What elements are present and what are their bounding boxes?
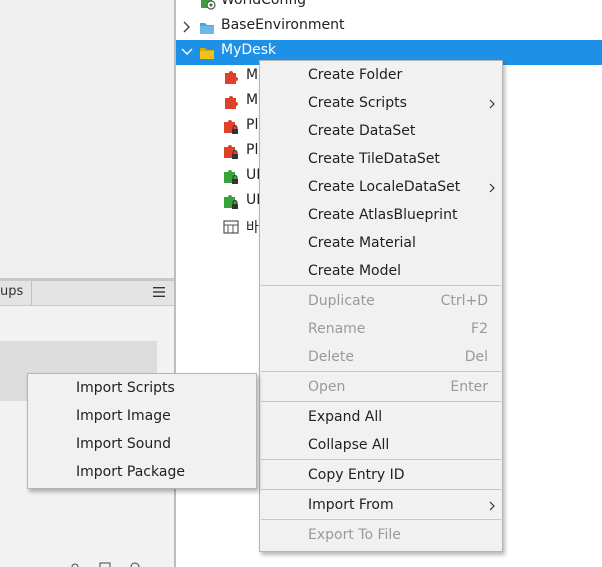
menu-item-label: Create Material xyxy=(308,235,416,251)
menu-item-label: Create TileDataSet xyxy=(308,151,440,167)
menu-item-label: Create LocaleDataSet xyxy=(308,179,461,195)
menu-item-label: Import From xyxy=(308,497,394,513)
menu-item-import-scripts[interactable]: Import Scripts xyxy=(28,375,256,403)
menu-item-label: Duplicate xyxy=(308,293,375,309)
menu-item-label: Import Package xyxy=(76,464,185,480)
tree-item-label: WorldConfig xyxy=(221,0,307,8)
yellow-folder-icon xyxy=(200,48,214,59)
menu-item-label: Create Folder xyxy=(308,67,403,83)
menu-item-export-to-file: Export To File xyxy=(260,522,502,550)
menu-item-delete: Delete Del xyxy=(260,344,502,372)
menu-separator xyxy=(261,459,501,460)
red-puzzle-icon xyxy=(225,96,238,109)
menu-item-label: Create AtlasBlueprint xyxy=(308,207,458,223)
menu-item-rename: Rename F2 xyxy=(260,316,502,344)
menu-separator xyxy=(261,371,501,372)
menu-item-create-scripts[interactable]: Create Scripts xyxy=(260,90,502,118)
menu-item-shortcut: F2 xyxy=(471,321,488,337)
submenu-arrow-icon xyxy=(489,501,495,511)
gear-config-icon xyxy=(201,0,216,10)
menu-item-create-material[interactable]: Create Material xyxy=(260,230,502,258)
tree-item-label: MyDesk xyxy=(221,42,277,58)
map-icon xyxy=(223,220,239,234)
red-puzzle-icon xyxy=(225,71,238,84)
tree-item-label: BaseEnvironment xyxy=(221,17,345,33)
menu-item-shortcut: Enter xyxy=(450,379,488,395)
tab-divider xyxy=(31,281,32,305)
red-puzzle-lock-icon xyxy=(224,145,238,159)
chevron-down-icon[interactable] xyxy=(181,46,193,58)
menu-item-label: Rename xyxy=(308,321,366,337)
menu-item-import-package[interactable]: Import Package xyxy=(28,459,256,487)
left-upper-panel xyxy=(0,0,174,278)
menu-item-label: Import Scripts xyxy=(76,380,175,396)
red-puzzle-lock-icon xyxy=(224,120,238,134)
green-puzzle-lock-icon xyxy=(224,195,238,209)
menu-item-label: Open xyxy=(308,379,346,395)
menu-item-duplicate: Duplicate Ctrl+D xyxy=(260,288,502,316)
hamburger-menu-icon[interactable] xyxy=(153,286,165,298)
tree-item-label: 바 xyxy=(246,220,259,236)
menu-separator xyxy=(261,401,501,402)
menu-item-label: Create DataSet xyxy=(308,123,416,139)
menu-item-label: Import Image xyxy=(76,408,171,424)
tree-item-label: Pl xyxy=(246,142,259,158)
menu-item-label: Expand All xyxy=(308,409,383,425)
menu-item-import-from[interactable]: Import From xyxy=(260,492,502,520)
menu-item-open: Open Enter xyxy=(260,374,502,402)
menu-item-label: Create Scripts xyxy=(308,95,407,111)
menu-item-expand-all[interactable]: Expand All xyxy=(260,404,502,432)
menu-item-import-image[interactable]: Import Image xyxy=(28,403,256,431)
menu-item-collapse-all[interactable]: Collapse All xyxy=(260,432,502,460)
submenu-arrow-icon xyxy=(489,183,495,193)
menu-item-create-atlasblueprint[interactable]: Create AtlasBlueprint xyxy=(260,202,502,230)
menu-item-create-tiledataset[interactable]: Create TileDataSet xyxy=(260,146,502,174)
context-menu: Create Folder Create Scripts Create Data… xyxy=(259,60,503,552)
menu-item-label: Create Model xyxy=(308,263,402,279)
menu-item-label: Export To File xyxy=(308,527,401,543)
menu-item-label: Delete xyxy=(308,349,354,365)
menu-item-import-sound[interactable]: Import Sound xyxy=(28,431,256,459)
menu-item-create-dataset[interactable]: Create DataSet xyxy=(260,118,502,146)
menu-separator xyxy=(261,489,501,490)
menu-item-label: Copy Entry ID xyxy=(308,467,405,483)
tree-item-label: M xyxy=(246,92,259,108)
import-submenu: Import Scripts Import Image Import Sound… xyxy=(27,373,257,489)
bottom-toolbar-icons xyxy=(71,562,140,567)
left-panel-header: ups xyxy=(0,281,174,306)
tree-item-baseenvironment[interactable]: BaseEnvironment xyxy=(176,15,602,40)
menu-item-copy-entry-id[interactable]: Copy Entry ID xyxy=(260,462,502,490)
menu-separator xyxy=(261,285,501,286)
menu-item-shortcut: Del xyxy=(464,349,488,365)
tree-item-worldconfig[interactable]: WorldConfig xyxy=(176,0,602,15)
tree-item-label: Pl xyxy=(246,117,259,133)
menu-item-create-model[interactable]: Create Model xyxy=(260,258,502,286)
menu-item-create-folder[interactable]: Create Folder xyxy=(260,62,502,90)
panel-tab-label[interactable]: ups xyxy=(0,284,23,299)
menu-separator xyxy=(261,519,501,520)
green-puzzle-lock-icon xyxy=(224,170,238,184)
chevron-right-icon[interactable] xyxy=(181,21,193,33)
menu-item-shortcut: Ctrl+D xyxy=(440,293,488,309)
submenu-arrow-icon xyxy=(489,99,495,109)
blue-folder-icon xyxy=(200,23,214,34)
tree-item-label: M xyxy=(246,67,259,83)
menu-item-label: Collapse All xyxy=(308,437,390,453)
menu-item-create-localedataset[interactable]: Create LocaleDataSet xyxy=(260,174,502,202)
menu-item-label: Import Sound xyxy=(76,436,171,452)
